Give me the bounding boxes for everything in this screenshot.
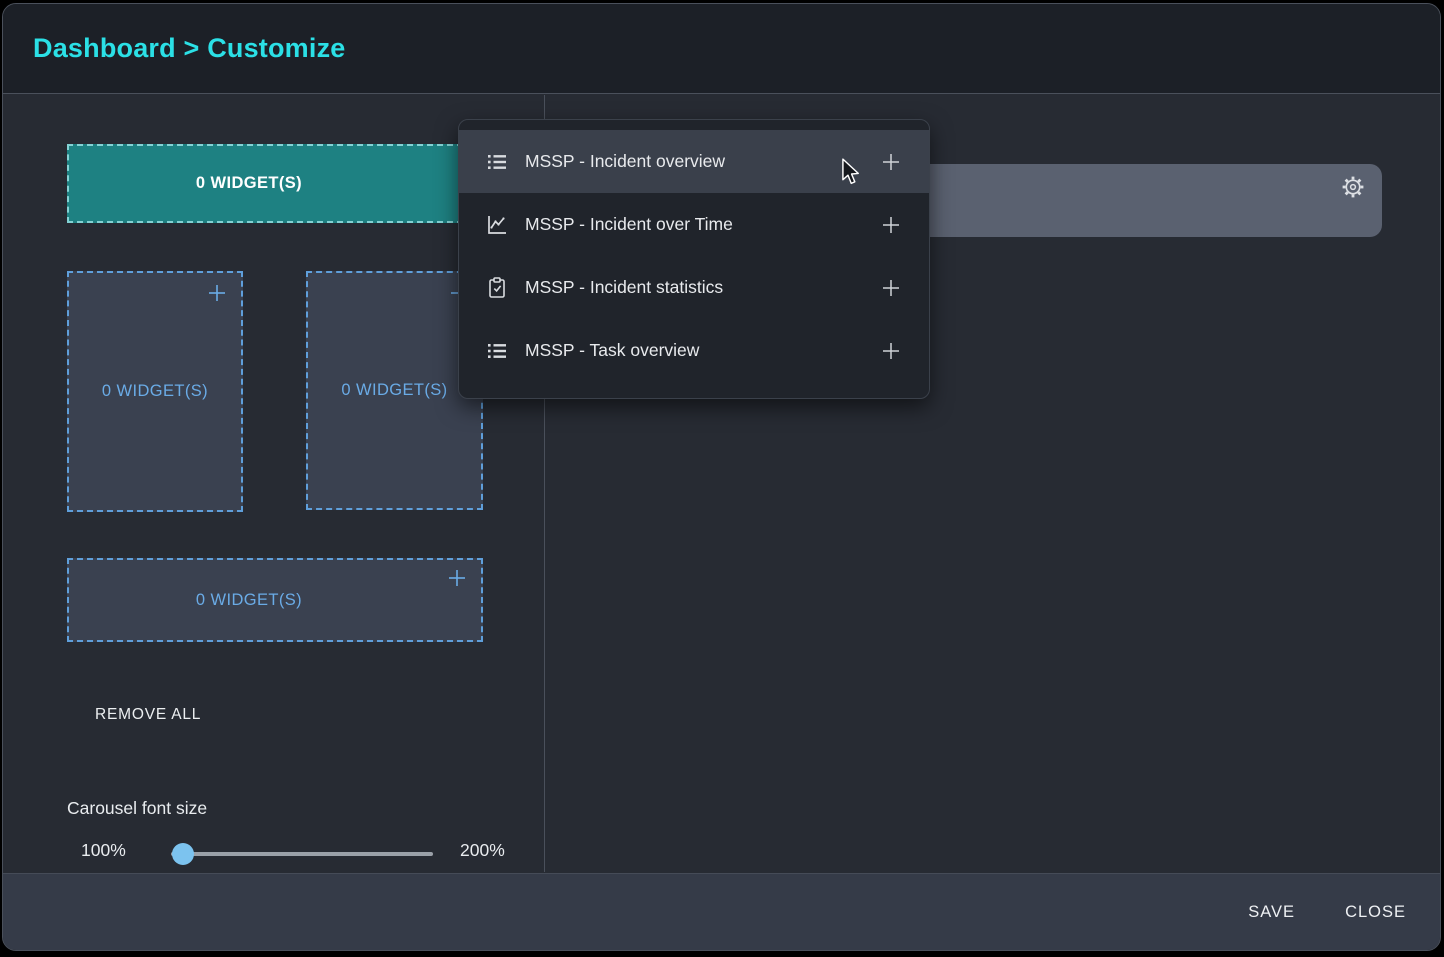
- slider-max-label: 200%: [460, 840, 505, 861]
- remove-all-button[interactable]: REMOVE ALL: [95, 706, 201, 724]
- carousel-font-size-label: Carousel font size: [67, 798, 207, 819]
- menu-item-task-overview[interactable]: MSSP - Task overview: [459, 319, 929, 382]
- menu-item-incident-over-time[interactable]: MSSP - Incident over Time: [459, 193, 929, 256]
- widget-picker-menu: MSSP - Incident overview MSSP - Incident…: [458, 119, 930, 399]
- menu-item-label: MSSP - Task overview: [525, 340, 879, 361]
- bottom-zone-label: 0 WIDGET(S): [196, 591, 302, 610]
- clipboard-check-icon: [485, 276, 509, 300]
- menu-item-label: MSSP - Incident overview: [525, 151, 879, 172]
- left-zone-label: 0 WIDGET(S): [102, 382, 208, 401]
- plus-icon[interactable]: [879, 213, 903, 237]
- menu-item-label: MSSP - Incident statistics: [525, 277, 879, 298]
- plus-icon[interactable]: [879, 150, 903, 174]
- screen: Dashboard > Customize 0 WIDGET(S) 0 WIDG…: [0, 0, 1444, 957]
- dialog-header: Dashboard > Customize: [3, 4, 1440, 94]
- dialog-footer: SAVE CLOSE: [3, 873, 1440, 950]
- line-chart-icon: [485, 213, 509, 237]
- plus-icon[interactable]: [205, 281, 229, 305]
- breadcrumb-title: Dashboard > Customize: [33, 33, 346, 64]
- left-column-widget-zone[interactable]: 0 WIDGET(S): [67, 271, 243, 512]
- carousel-zone-label: 0 WIDGET(S): [196, 174, 302, 193]
- plus-icon[interactable]: [879, 339, 903, 363]
- menu-item-label: MSSP - Incident over Time: [525, 214, 879, 235]
- close-button[interactable]: CLOSE: [1345, 903, 1406, 922]
- menu-item-incident-overview[interactable]: MSSP - Incident overview: [459, 130, 929, 193]
- list-icon: [485, 150, 509, 174]
- font-size-slider-thumb[interactable]: [172, 843, 194, 865]
- save-button[interactable]: SAVE: [1248, 903, 1295, 922]
- gear-icon[interactable]: [1340, 174, 1366, 200]
- list-icon: [485, 339, 509, 363]
- right-column-widget-zone[interactable]: 0 WIDGET(S): [306, 271, 483, 510]
- menu-item-incident-statistics[interactable]: MSSP - Incident statistics: [459, 256, 929, 319]
- font-size-slider-track[interactable]: [171, 852, 433, 856]
- plus-icon[interactable]: [879, 276, 903, 300]
- customize-dashboard-dialog: Dashboard > Customize 0 WIDGET(S) 0 WIDG…: [2, 3, 1441, 951]
- dialog-body: 0 WIDGET(S) 0 WIDGET(S) 0 WIDGET(S) 0 WI…: [3, 95, 1440, 872]
- carousel-widget-zone[interactable]: 0 WIDGET(S): [67, 144, 483, 223]
- right-zone-label: 0 WIDGET(S): [341, 381, 447, 400]
- plus-icon[interactable]: [445, 566, 469, 590]
- slider-min-label: 100%: [81, 840, 126, 861]
- bottom-row-widget-zone[interactable]: 0 WIDGET(S): [67, 558, 483, 642]
